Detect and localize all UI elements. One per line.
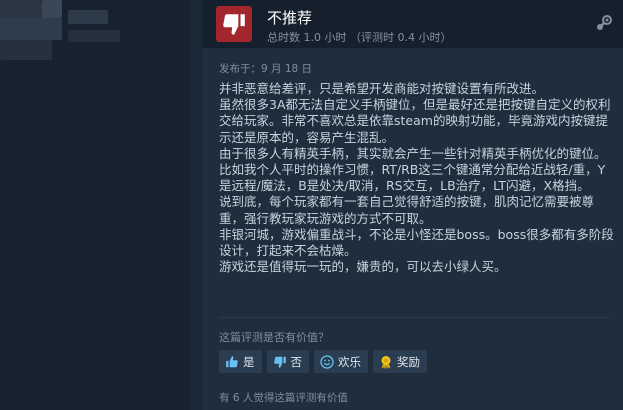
vote-no-label: 否 bbox=[290, 354, 303, 369]
playtime-info: 总时数 1.0 小时 （评测时 0.4 小时） bbox=[267, 31, 452, 44]
review-paragraph: 说到底，每个玩家都有一套自己觉得舒适的按键，肌肉记忆需要被尊重，强行教玩家玩游戏… bbox=[219, 194, 595, 226]
helpful-question: 这篇评测是否有价值？ bbox=[219, 331, 329, 344]
steam-logo-icon bbox=[595, 14, 613, 36]
review-paragraph: 由于很多人有精英手柄，其实就会产生一些针对精英手柄优化的键位。比如我个人平时的操… bbox=[219, 145, 607, 194]
review-text: 并非恶意给差评，只是希望开发商能对按键设置有所改进。 虽然很多3A都无法自定义手… bbox=[219, 81, 615, 275]
thumbs-down-icon bbox=[223, 14, 245, 35]
award-icon bbox=[381, 355, 391, 369]
divider bbox=[219, 317, 609, 318]
reviewer-panel bbox=[0, 0, 190, 410]
vote-yes-label: 是 bbox=[243, 354, 255, 369]
award-label: 奖励 bbox=[397, 354, 420, 369]
vote-funny-button[interactable]: 欢乐 bbox=[314, 350, 368, 373]
review-paragraph: 非银河城，游戏偏重战斗，不论是小怪还是boss。boss很多都有多阶段设计，打起… bbox=[219, 226, 614, 259]
blurred-block bbox=[0, 18, 62, 40]
vote-buttons: 是 否 欢乐 奖励 bbox=[219, 350, 427, 373]
vote-no-button[interactable]: 否 bbox=[266, 350, 309, 373]
award-button[interactable]: 奖励 bbox=[373, 350, 427, 373]
blurred-block bbox=[42, 0, 62, 18]
thumbs-up-icon bbox=[226, 355, 238, 367]
review-paragraph: 虽然很多3A都无法自定义手柄键位，但是最好还是把按键自定义的权利交给玩家。非常不… bbox=[219, 97, 611, 145]
review-paragraph: 游戏还是值得玩一玩的，嫌贵的，可以去小绿人买。 bbox=[219, 259, 507, 275]
review-card: 不推荐 总时数 1.0 小时 （评测时 0.4 小时） 发布于：9 月 18 日… bbox=[203, 0, 623, 410]
blurred-name bbox=[68, 10, 108, 24]
blurred-stats bbox=[68, 30, 120, 42]
review-verdict: 不推荐 bbox=[267, 9, 313, 27]
review-header: 不推荐 总时数 1.0 小时 （评测时 0.4 小时） bbox=[203, 0, 623, 48]
vote-yes-button[interactable]: 是 bbox=[219, 350, 262, 373]
smiley-icon bbox=[320, 354, 334, 369]
thumbs-down-badge bbox=[216, 6, 252, 42]
review-paragraph: 并非恶意给差评，只是希望开发商能对按键设置有所改进。 bbox=[219, 81, 545, 96]
thumbs-down-icon bbox=[273, 356, 286, 368]
vote-funny-label: 欢乐 bbox=[338, 354, 361, 369]
posted-date: 发布于：9 月 18 日 bbox=[219, 63, 313, 75]
helpful-count: 有 6 人觉得这篇评测有价值 bbox=[219, 392, 348, 404]
blurred-block bbox=[0, 40, 52, 60]
